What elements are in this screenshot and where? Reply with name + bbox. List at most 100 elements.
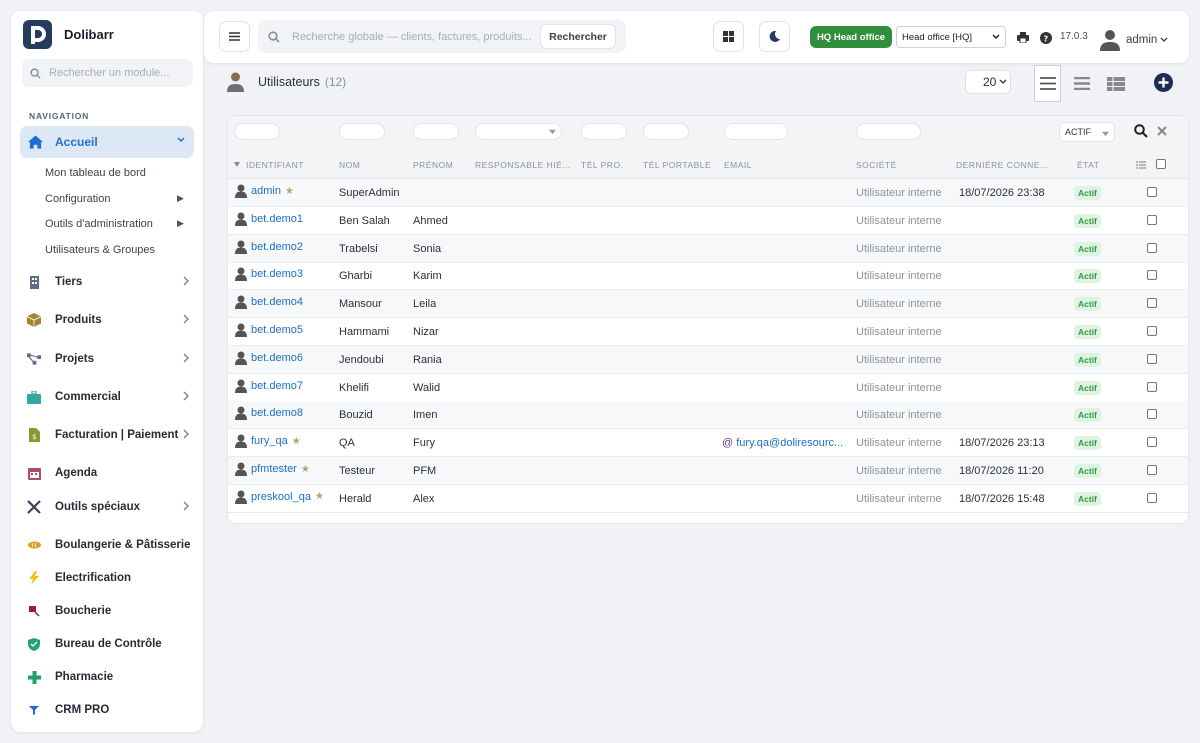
header-identifiant[interactable]: IDENTIFIANT <box>246 160 304 170</box>
header-nom[interactable]: NOM <box>339 160 360 170</box>
header-tel-pro[interactable]: TÉL PRO. <box>581 160 623 170</box>
menu-toggle-button[interactable] <box>219 21 250 52</box>
user-login: bet.demo2 <box>251 240 303 253</box>
header-email[interactable]: EMAIL <box>724 160 752 170</box>
view-kanban-button[interactable] <box>1102 65 1129 102</box>
user-login-link[interactable]: bet.demo6 <box>235 351 303 365</box>
row-checkbox[interactable] <box>1147 465 1157 475</box>
row-checkbox[interactable] <box>1147 437 1157 448</box>
row-checkbox[interactable] <box>1147 242 1157 253</box>
sidebar-item-accueil[interactable]: Accueil <box>20 126 194 158</box>
user-login-link[interactable]: preskool_qa ★ <box>235 490 324 504</box>
sidebar-item-outils-speciaux[interactable]: Outils spéciaux <box>27 497 191 517</box>
module-search-input[interactable]: Rechercher un module... <box>22 59 193 87</box>
user-menu[interactable]: admin <box>1100 29 1168 51</box>
filter-nom-input[interactable] <box>339 123 385 140</box>
header-etat[interactable]: ÉTAT <box>1077 160 1099 170</box>
filter-email-input[interactable] <box>724 123 788 140</box>
table-row[interactable]: preskool_qa ★ Herald Alex Utilisateur intern… <box>228 485 1188 513</box>
table-row[interactable]: bet.demo6 Jendoubi Rania Utilisateur intern… <box>228 345 1188 374</box>
filter-responsable-select[interactable] <box>475 123 562 140</box>
table-row[interactable]: bet.demo4 Mansour Leila Utilisateur interne… <box>228 290 1188 319</box>
status-badge: Actif <box>1074 269 1101 284</box>
sidebar-item-commercial[interactable]: Commercial <box>27 387 191 407</box>
table-row[interactable]: admin ★ SuperAdmin Utilisateur interne 18/07… <box>228 179 1188 207</box>
row-checkbox[interactable] <box>1147 214 1157 225</box>
row-checkbox[interactable] <box>1147 409 1157 420</box>
sidebar-item-boucherie[interactable]: Boucherie <box>27 601 191 621</box>
filter-tel-pro-input[interactable] <box>581 123 627 140</box>
user-login-link[interactable]: pfmtester ★ <box>235 462 310 476</box>
sidebar-item-facturation[interactable]: $ Facturation | Paiement <box>27 425 191 445</box>
table-row[interactable]: bet.demo1 Ben Salah Ahmed Utilisateur inter… <box>228 207 1188 235</box>
view-list-button[interactable] <box>1034 65 1061 102</box>
user-login-link[interactable]: bet.demo4 <box>235 295 303 310</box>
row-checkbox[interactable] <box>1147 492 1157 503</box>
sidebar-subitem-utilisateurs-groupes[interactable]: Utilisateurs & Groupes <box>45 244 155 256</box>
filter-societe-input[interactable] <box>856 123 921 140</box>
table-row[interactable]: bet.demo2 Trabelsi Sonia Utilisateur intern… <box>228 234 1188 263</box>
table-row[interactable]: pfmtester ★ Testeur PFM Utilisateur interne 1… <box>228 457 1188 485</box>
global-search-input[interactable]: Recherche globale — clients, factures, p… <box>258 20 626 53</box>
select-all-checkbox[interactable] <box>1156 159 1166 169</box>
cell-nom: Khelifi <box>339 381 369 394</box>
row-checkbox[interactable] <box>1147 381 1157 392</box>
add-user-button[interactable] <box>1154 73 1173 97</box>
user-login-link[interactable]: bet.demo3 <box>235 267 303 282</box>
search-icon[interactable] <box>1134 124 1148 138</box>
table-row[interactable]: fury_qa ★ QA Fury @ fury.qa@doliresourc... Ut… <box>228 429 1188 458</box>
user-login-link[interactable]: admin ★ <box>235 184 294 198</box>
close-icon[interactable] <box>1157 126 1167 136</box>
cell-email-link[interactable]: @ fury.qa@doliresourc... <box>722 437 843 449</box>
view-compact-list-button[interactable] <box>1068 65 1095 102</box>
help-icon[interactable]: ? <box>1040 31 1054 44</box>
user-login-link[interactable]: bet.demo5 <box>235 323 303 337</box>
row-checkbox[interactable] <box>1147 353 1157 364</box>
page-size-select[interactable]: 20 <box>965 70 1011 94</box>
sidebar-subitem-configuration[interactable]: Configuration ▶ <box>45 193 184 205</box>
table-row[interactable]: bet.demo8 Bouzid Imen Utilisateur interne Ac… <box>228 401 1188 430</box>
sidebar-item-tiers[interactable]: Tiers <box>27 272 191 292</box>
sidebar-item-boulangerie[interactable]: Boulangerie & Pâtisserie <box>27 535 191 555</box>
user-login-link[interactable]: bet.demo8 <box>235 406 303 421</box>
table-row[interactable]: bet.demo7 Khelifi Walid Utilisateur interne… <box>228 374 1188 402</box>
search-button[interactable]: Rechercher <box>540 24 616 49</box>
sidebar-item-bureau-controle[interactable]: Bureau de Contrôle <box>27 634 191 654</box>
user-login-link[interactable]: bet.demo1 <box>235 212 303 226</box>
header-derniere-connexion[interactable]: DERNIÈRE CONNE... <box>956 160 1049 170</box>
dark-mode-button[interactable] <box>759 21 790 52</box>
filter-prenom-input[interactable] <box>413 123 459 140</box>
sidebar-item-projets[interactable]: Projets <box>27 349 191 369</box>
sidebar-subitem-tableau-de-bord[interactable]: Mon tableau de bord <box>45 167 146 179</box>
filter-login-input[interactable] <box>234 123 280 140</box>
row-checkbox[interactable] <box>1147 298 1157 309</box>
row-checkbox[interactable] <box>1147 270 1157 281</box>
user-login-link[interactable]: fury_qa ★ <box>235 434 301 449</box>
entity-select[interactable]: Head office [HQ] <box>896 26 1006 48</box>
header-societe[interactable]: SOCIÉTÉ <box>856 160 897 170</box>
hamburger-icon <box>229 32 240 41</box>
print-icon[interactable] <box>1017 32 1029 43</box>
filter-status-select[interactable]: ACTIF <box>1059 122 1115 142</box>
sidebar-item-electrification[interactable]: Electrification <box>27 568 191 588</box>
user-login-link[interactable]: bet.demo7 <box>235 379 303 393</box>
entity-badge[interactable]: HQ Head office <box>810 26 892 48</box>
row-checkbox[interactable] <box>1147 326 1157 336</box>
header-tel-portable[interactable]: TÉL PORTABLE <box>643 160 711 170</box>
header-responsable[interactable]: RESPONSABLE HIÉ... <box>475 160 571 170</box>
sidebar-item-produits[interactable]: Produits <box>27 310 191 330</box>
sort-desc-icon[interactable] <box>234 162 240 167</box>
header-prenom[interactable]: PRÉNOM <box>413 160 453 170</box>
table-row[interactable]: bet.demo5 Hammami Nizar Utilisateur interne… <box>228 318 1188 346</box>
column-selector-icon[interactable] <box>1136 161 1146 169</box>
filter-tel-portable-input[interactable] <box>643 123 689 140</box>
user-login-link[interactable]: bet.demo2 <box>235 240 303 254</box>
sidebar-item-agenda[interactable]: Agenda <box>27 463 191 483</box>
apps-grid-button[interactable] <box>713 21 744 52</box>
sidebar-item-pharmacie[interactable]: Pharmacie <box>27 667 191 687</box>
sidebar-subitem-outils-admin[interactable]: Outils d'administration ▶ <box>45 218 184 230</box>
brand[interactable]: Dolibarr <box>23 20 114 49</box>
row-checkbox[interactable] <box>1147 187 1157 197</box>
table-row[interactable]: bet.demo3 Gharbi Karim Utilisateur interne A… <box>228 262 1188 291</box>
sidebar-item-crm-pro[interactable]: CRM PRO <box>27 700 191 720</box>
